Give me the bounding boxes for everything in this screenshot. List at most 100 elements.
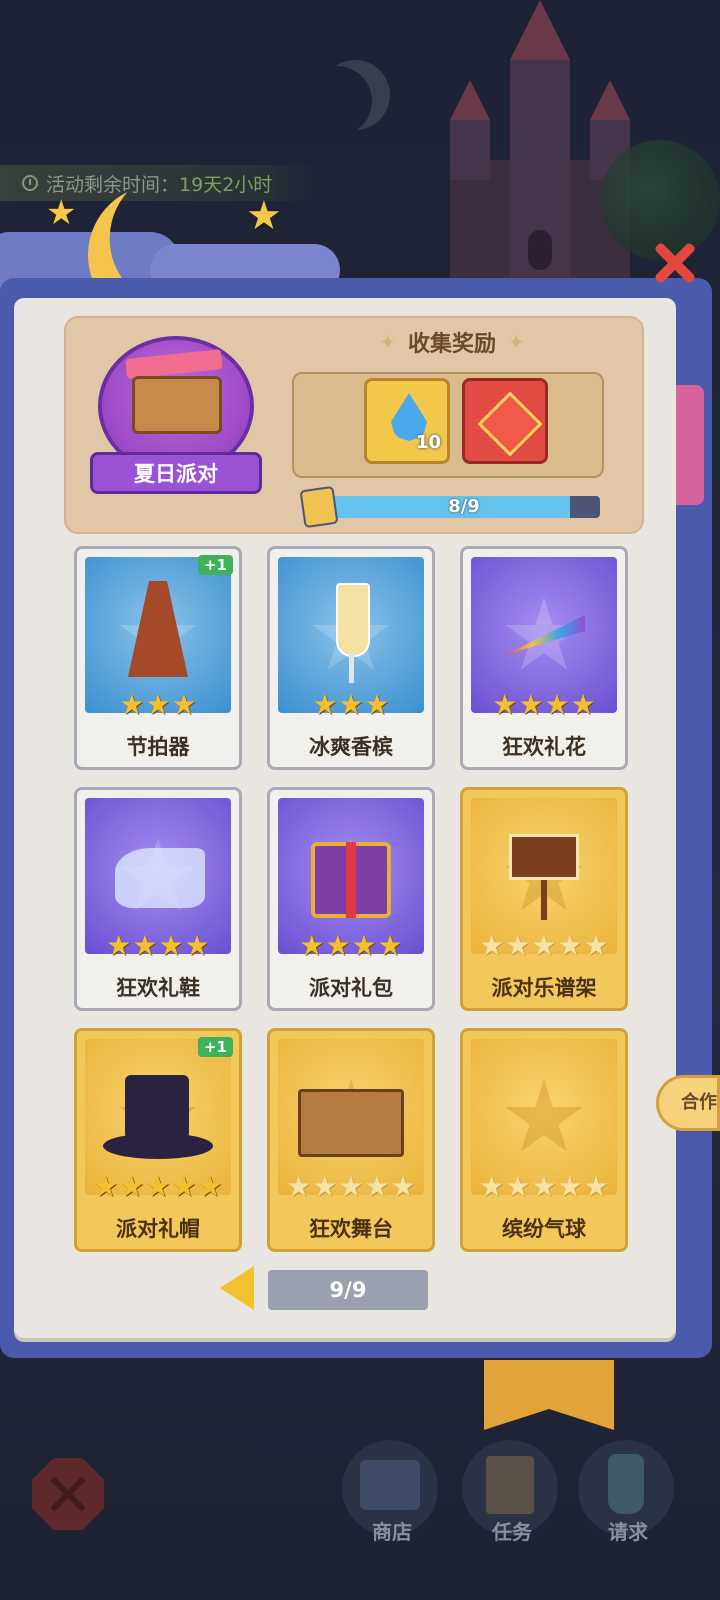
card-name: 缤纷气球 — [502, 1217, 586, 1241]
collection-card[interactable]: +1 ★ ★ ★ 节拍器 — [74, 546, 242, 770]
sparkle-icon: ✦ — [379, 330, 396, 354]
filled-star-icon: ★ — [325, 929, 351, 962]
duplicate-badge: +1 — [197, 1037, 233, 1057]
card-name: 节拍器 — [126, 735, 190, 759]
filled-star-icon: ★ — [93, 1170, 119, 1203]
background-star-icon — [505, 1079, 583, 1152]
close-button[interactable] — [652, 240, 696, 284]
empty-star-icon: ★ — [583, 929, 609, 962]
filled-star-icon: ★ — [544, 688, 570, 721]
bottle-icon — [608, 1454, 644, 1514]
duplicate-badge: +1 — [197, 555, 233, 575]
empty-star-icon: ★ — [479, 1170, 505, 1203]
reward-count: 10 — [415, 432, 441, 453]
card-name: 狂欢礼花 — [502, 735, 586, 759]
empty-star-icon: ★ — [338, 1170, 364, 1203]
page-indicator: 9/9 — [268, 1270, 428, 1310]
empty-star-icon: ★ — [390, 1170, 416, 1203]
star-icon: ★ — [246, 193, 282, 239]
filled-star-icon: ★ — [119, 688, 145, 721]
reward-title: 收集奖励 — [407, 332, 496, 357]
filled-star-icon: ★ — [518, 688, 544, 721]
card-name: 狂欢舞台 — [309, 1217, 393, 1241]
star-rating: ★ ★ ★ ★ ★ — [270, 1173, 432, 1201]
empty-star-icon: ★ — [479, 929, 505, 962]
filled-star-icon: ★ — [119, 1170, 145, 1203]
empty-star-icon: ★ — [531, 1170, 557, 1203]
collection-card[interactable]: ★ ★ ★ 冰爽香槟 — [267, 546, 435, 770]
collection-card[interactable]: ★ ★ ★ ★ 狂欢礼花 — [460, 546, 628, 770]
star-rating: ★ ★ ★ ★ — [463, 691, 625, 719]
empty-star-icon: ★ — [312, 1170, 338, 1203]
card-name: 冰爽香槟 — [309, 735, 393, 759]
clipboard-icon — [486, 1456, 534, 1514]
filled-star-icon: ★ — [171, 1170, 197, 1203]
reward-red-gem[interactable] — [462, 378, 548, 464]
filled-star-icon: ★ — [106, 929, 132, 962]
star-rating: ★ ★ ★ — [77, 691, 239, 719]
empty-star-icon: ★ — [557, 929, 583, 962]
delete-button[interactable] — [32, 1458, 104, 1530]
card-name: 派对礼包 — [309, 976, 393, 1000]
reward-title-row: ✦ 收集奖励 ✦ — [362, 322, 542, 362]
star-rating: ★ ★ ★ ★ ★ — [77, 1173, 239, 1201]
empty-star-icon: ★ — [583, 1170, 609, 1203]
collection-card[interactable]: ★ ★ ★ ★ 狂欢礼鞋 — [74, 787, 242, 1011]
filled-star-icon: ★ — [299, 929, 325, 962]
sparkle-icon: ✦ — [508, 330, 525, 354]
collection-card[interactable]: ★ ★ ★ ★ ★ 缤纷气球 — [460, 1028, 628, 1252]
star-rating: ★ ★ ★ ★ — [77, 932, 239, 960]
nav-task-button[interactable]: 任务 — [462, 1440, 562, 1544]
progress-text: 8/9 — [448, 496, 480, 517]
castle-background — [450, 0, 630, 290]
album-badge: 夏日派对 — [90, 336, 262, 501]
card-name: 狂欢礼鞋 — [116, 976, 200, 1000]
empty-star-icon: ★ — [505, 1170, 531, 1203]
filled-star-icon: ★ — [158, 929, 184, 962]
star-icon: ★ — [46, 193, 77, 233]
filled-star-icon: ★ — [145, 688, 171, 721]
nav-request-button[interactable]: 请求 — [578, 1440, 678, 1544]
filled-star-icon: ★ — [364, 688, 390, 721]
filled-star-icon: ★ — [197, 1170, 223, 1203]
filled-star-icon: ★ — [145, 1170, 171, 1203]
party-booth-icon — [132, 376, 222, 434]
filled-star-icon: ★ — [492, 688, 518, 721]
nav-label: 请求 — [608, 1520, 648, 1544]
filled-star-icon: ★ — [312, 688, 338, 721]
book-tab-pink[interactable] — [672, 385, 704, 505]
filled-star-icon: ★ — [184, 929, 210, 962]
nav-label: 任务 — [492, 1520, 532, 1544]
filled-star-icon: ★ — [132, 929, 158, 962]
bookmark-ribbon — [484, 1360, 614, 1430]
card-name: 派对礼帽 — [116, 1217, 200, 1241]
filled-star-icon: ★ — [570, 688, 596, 721]
collection-card[interactable]: +1 ★ ★ ★ ★ ★ 派对礼帽 — [74, 1028, 242, 1252]
empty-star-icon: ★ — [286, 1170, 312, 1203]
clock-icon — [22, 175, 38, 191]
collection-card[interactable]: ★ ★ ★ ★ 派对礼包 — [267, 787, 435, 1011]
side-tab-cooperation[interactable]: 合作 — [656, 1075, 720, 1131]
album-title: 夏日派对 — [90, 452, 262, 494]
empty-star-icon: ★ — [505, 929, 531, 962]
empty-star-icon: ★ — [557, 1170, 583, 1203]
card-name: 派对乐谱架 — [491, 976, 597, 1000]
empty-star-icon: ★ — [531, 929, 557, 962]
star-rating: ★ ★ ★ ★ — [270, 932, 432, 960]
star-rating: ★ ★ ★ — [270, 691, 432, 719]
nav-shop-button[interactable]: 商店 — [342, 1440, 442, 1544]
star-rating: ★ ★ ★ ★ ★ — [463, 1173, 625, 1201]
collection-card[interactable]: ★ ★ ★ ★ ★ 派对乐谱架 — [460, 787, 628, 1011]
star-rating: ★ ★ ★ ★ ★ — [463, 932, 625, 960]
shop-icon — [360, 1460, 420, 1510]
previous-page-arrow-icon[interactable] — [220, 1266, 254, 1310]
reward-water-drop[interactable]: 10 — [364, 378, 450, 464]
background-moon — [320, 60, 390, 130]
empty-star-icon: ★ — [364, 1170, 390, 1203]
red-gem-icon — [477, 391, 543, 457]
collection-card[interactable]: ★ ★ ★ ★ ★ 狂欢舞台 — [267, 1028, 435, 1252]
filled-star-icon: ★ — [377, 929, 403, 962]
nav-label: 商店 — [372, 1520, 412, 1544]
filled-star-icon: ★ — [171, 688, 197, 721]
filled-star-icon: ★ — [351, 929, 377, 962]
